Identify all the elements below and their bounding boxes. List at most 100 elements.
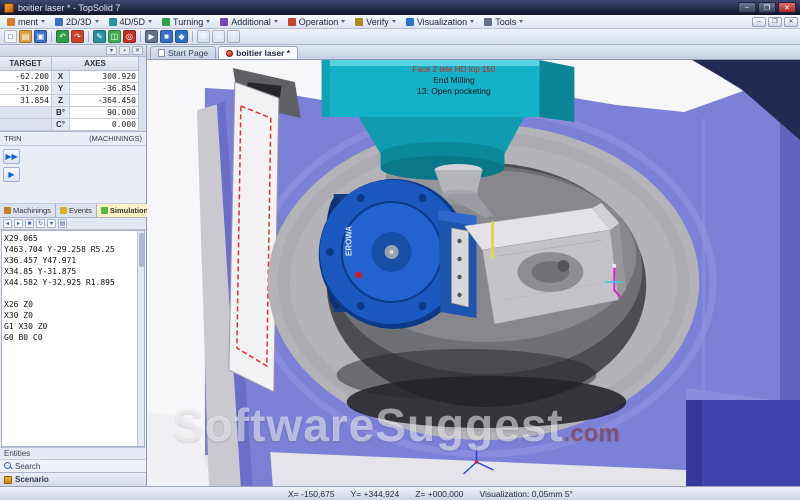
menu-additional[interactable]: Additional [215,15,283,28]
panel-pin-icon[interactable]: ▪ [119,46,130,55]
machine-icon[interactable]: ⌂ [212,30,225,43]
tab-events[interactable]: Events [56,204,97,217]
statusbar: X= -150,675 Y= +344,924 Z= +000,000 Visu… [0,486,800,500]
doc-minimize-button[interactable]: – [752,17,766,27]
panel-tabs: Machinings Events Simulation [0,204,146,218]
doc-restore-button[interactable]: ❐ [768,17,782,27]
toolbar-separator [88,31,89,42]
status-y-coordinate: Y= +344,924 [351,489,400,499]
sketch-icon[interactable]: ✎ [93,30,106,43]
menu-2d3d-icon [55,18,63,26]
code-scrollbar[interactable] [137,231,144,446]
menu-environment[interactable]: ment [2,15,50,28]
settings-icon[interactable]: ⚙ [197,30,210,43]
machine-label: TRIN [4,134,22,143]
tool-icon[interactable]: ◆ [175,30,188,43]
machinings-icon [4,207,11,214]
stop-icon[interactable]: ■ [25,219,34,228]
toolbar-separator [51,31,52,42]
start-page-icon [158,49,165,57]
doc-close-button[interactable]: ✕ [784,17,798,27]
save-icon[interactable]: ▣ [34,30,47,43]
reset-icon[interactable]: ↻ [36,219,45,228]
search-section[interactable]: Search [0,459,146,472]
axes-header: AXES [52,57,139,71]
open-icon[interactable]: ▤ [19,30,32,43]
options-icon[interactable]: ▾ [47,219,56,228]
menu-4d5d[interactable]: 4D/5D [104,15,158,28]
tab-start-page[interactable]: Start Page [150,46,216,59]
operation-title: Face 2 tete HD top 150 [413,64,496,75]
menu-verify-icon [355,18,363,26]
app-window: boitier laser * - TopSolid 7 – ❐ ✕ ment … [0,0,800,500]
3d-viewport[interactable]: EROWA [147,60,800,486]
operation-type: End Milling [413,75,496,86]
tab-simulation[interactable]: Simulation [97,204,153,217]
step-forward-icon[interactable]: ▸ [14,219,23,228]
new-document-icon[interactable]: □ [4,30,17,43]
step-back-icon[interactable]: ◂ [3,219,12,228]
panel-menu-icon[interactable]: ▾ [106,46,117,55]
maximize-button[interactable]: ❐ [758,2,776,13]
tab-machinings[interactable]: Machinings [0,204,56,217]
code-line: X34.85 Y-31.875 [4,266,136,277]
code-line: X44.582 Y-32.925 R1.895 [4,277,136,288]
entities-section[interactable]: Entities [0,447,146,459]
machine-3d-scene[interactable]: EROWA [147,60,800,486]
close-button[interactable]: ✕ [778,2,796,13]
axis-label-c: C° [52,119,70,131]
part-icon[interactable]: ◫ [108,30,121,43]
titlebar: boitier laser * - TopSolid 7 – ❐ ✕ [0,0,800,15]
help-icon[interactable]: ? [227,30,240,43]
code-line: X26 Z0 [4,299,136,310]
rotary-logo-dot [355,272,362,279]
search-icon [4,462,12,470]
menu-turning[interactable]: Turning [157,15,215,28]
menubar: ment 2D/3D 4D/5D Turning Additional Oper… [0,15,800,29]
minimize-button[interactable]: – [738,2,756,13]
workspace-body: ▾ ▪ ✕ TARGET AXES -62.200 X 300.920 -31.… [0,45,800,486]
stop-icon[interactable]: ■ [160,30,173,43]
scenario-tab[interactable]: Scenario [0,472,146,486]
document-area: Start Page boitier laser * [147,45,800,486]
target-value-c [0,119,52,131]
main-toolbar: □ ▤ ▣ ↶ ↷ ✎ ◫ ◎ ▶ ■ ◆ ⚙ ⌂ ? [0,29,800,45]
coordinate-group-labels: TRIN (MACHININGS) [0,132,146,146]
panel-header: ▾ ▪ ✕ [0,45,146,57]
axis-value-y: -36.854 [70,83,139,95]
menu-additional-icon [220,18,228,26]
code-line: G0 B0 C0 [4,332,136,343]
scenario-icon [4,476,12,484]
undo-icon[interactable]: ↶ [56,30,69,43]
simulation-panel: ▾ ▪ ✕ TARGET AXES -62.200 X 300.920 -31.… [0,45,147,486]
panel-close-icon[interactable]: ✕ [132,46,143,55]
menu-verify[interactable]: Verify [350,15,401,28]
status-x-coordinate: X= -150,675 [288,489,335,499]
entities-label: Entities [4,449,30,458]
menu-visualization[interactable]: Visualization [401,15,479,28]
menu-tools[interactable]: Tools [479,15,528,28]
tab-current-document[interactable]: boitier laser * [218,46,298,59]
axis-value-z: -364.450 [70,95,139,107]
simulation-controls: ▶▶ ▶ [0,146,146,204]
play-icon[interactable]: ▶ [3,167,20,182]
skip-to-end-icon[interactable]: ▶▶ [3,149,20,164]
target-header: TARGET [0,57,52,71]
list-icon[interactable]: ▤ [58,219,67,228]
redo-icon[interactable]: ↷ [71,30,84,43]
assembly-icon[interactable]: ◎ [123,30,136,43]
nc-code-listing[interactable]: X29.065 Y463.704 Y-29.258 R5.25 X36.457 … [1,230,145,447]
window-title: boitier laser * - TopSolid 7 [18,3,736,13]
simulation-play-icon[interactable]: ▶ [145,30,158,43]
axis-label-z: Z [52,95,70,107]
rotary-brand-label: EROWA [345,226,354,256]
document-icon [226,50,233,57]
menu-operation-icon [288,18,296,26]
code-scrollbar-thumb[interactable] [139,233,144,267]
menu-2d3d[interactable]: 2D/3D [50,15,104,28]
menu-operation[interactable]: Operation [283,15,351,28]
events-icon [60,207,67,214]
axis-label-y: Y [52,83,70,95]
axis-value-b: 90.000 [70,107,139,119]
menu-environment-icon [7,18,15,26]
